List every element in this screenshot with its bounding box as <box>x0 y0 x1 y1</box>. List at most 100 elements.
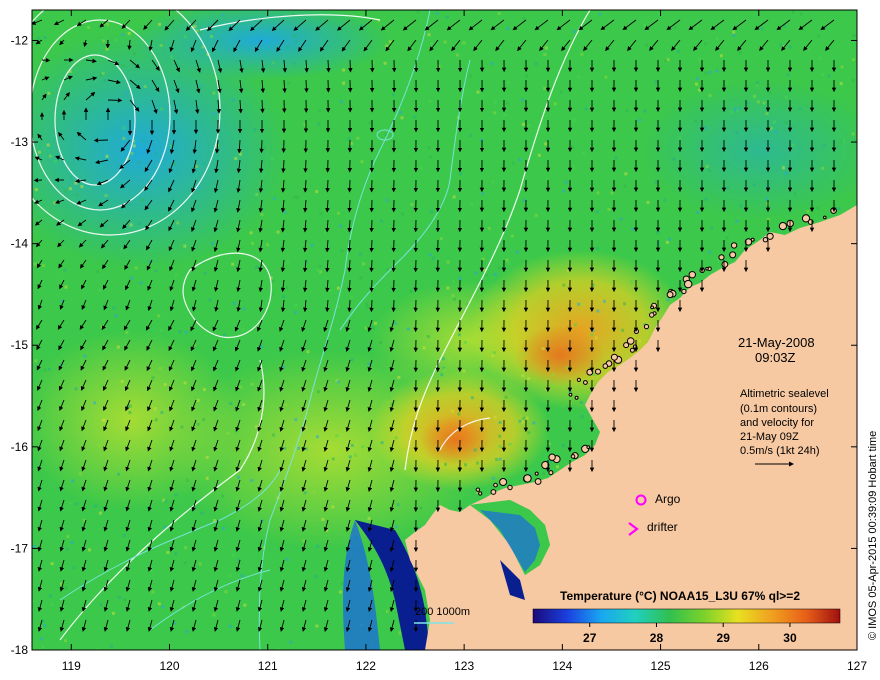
data-speckle <box>818 56 822 60</box>
data-speckle <box>703 126 707 130</box>
data-speckle <box>310 243 314 247</box>
data-speckle <box>708 250 712 254</box>
data-speckle <box>542 471 546 475</box>
data-speckle <box>314 574 318 578</box>
data-speckle <box>521 122 525 126</box>
data-speckle <box>193 24 197 28</box>
data-speckle <box>293 311 297 315</box>
data-speckle <box>331 505 335 509</box>
data-speckle <box>715 69 719 73</box>
colorbar-tick-label: 30 <box>783 631 797 645</box>
data-speckle <box>565 365 569 369</box>
data-speckle <box>504 395 508 399</box>
data-speckle <box>594 336 598 340</box>
sea-surface-temperature-field <box>32 10 857 650</box>
data-speckle <box>323 471 326 474</box>
data-speckle <box>428 99 432 103</box>
data-speckle <box>154 269 158 273</box>
data-speckle <box>71 479 75 483</box>
island <box>602 363 609 369</box>
data-speckle <box>47 91 51 95</box>
data-speckle <box>799 12 803 16</box>
data-speckle <box>101 71 105 75</box>
data-speckle <box>272 61 276 64</box>
data-speckle <box>527 431 531 435</box>
velocity-arrow <box>260 99 265 114</box>
data-speckle <box>719 54 723 58</box>
data-speckle <box>130 151 134 155</box>
data-speckle <box>580 302 584 306</box>
island <box>721 261 729 268</box>
data-speckle <box>385 609 389 613</box>
data-speckle <box>157 314 161 318</box>
data-speckle <box>400 116 404 120</box>
data-speckle <box>525 416 529 420</box>
data-speckle <box>695 82 698 86</box>
data-speckle <box>447 357 451 361</box>
data-speckle <box>505 258 509 262</box>
island <box>595 368 601 375</box>
data-speckle <box>139 281 143 285</box>
data-speckle <box>840 65 844 69</box>
data-speckle <box>75 193 79 197</box>
data-speckle <box>735 219 739 223</box>
data-speckle <box>212 613 216 617</box>
data-speckle <box>232 553 236 557</box>
velocity-arrow <box>391 259 396 273</box>
data-speckle <box>435 11 439 15</box>
data-speckle <box>624 172 628 176</box>
data-speckle <box>251 241 255 245</box>
drifter-label: drifter <box>647 520 678 534</box>
data-speckle <box>336 286 340 290</box>
data-speckle <box>631 227 635 231</box>
data-speckle <box>294 418 298 422</box>
data-speckle <box>595 210 599 214</box>
data-speckle <box>216 363 220 367</box>
velocity-arrow <box>303 159 308 173</box>
data-speckle <box>93 144 97 148</box>
data-speckle <box>462 369 466 373</box>
colorbar-tick-label: 28 <box>650 631 664 645</box>
data-speckle <box>401 212 404 216</box>
data-speckle <box>596 246 599 250</box>
data-speckle <box>287 81 290 85</box>
lat-tick-label: -18 <box>11 643 29 657</box>
data-speckle <box>127 32 131 35</box>
argo-label: Argo <box>655 492 681 506</box>
data-speckle <box>817 34 820 38</box>
altimetry-line-2: (0.1m contours) <box>740 403 817 415</box>
altimetry-line-1: Altimetric sealevel <box>740 388 829 400</box>
data-speckle <box>87 26 91 29</box>
data-speckle <box>852 34 856 37</box>
data-speckle <box>121 33 125 37</box>
data-speckle <box>130 276 134 280</box>
data-speckle <box>128 404 132 408</box>
bathymetry-legend-label: 200 1000m <box>415 606 470 618</box>
data-speckle <box>383 61 387 65</box>
data-speckle <box>321 518 325 521</box>
island <box>534 471 539 476</box>
data-speckle <box>453 297 457 301</box>
data-speckle <box>163 383 167 387</box>
hot-patch-south <box>420 415 490 465</box>
data-speckle <box>328 288 332 292</box>
data-speckle <box>350 295 354 299</box>
data-speckle <box>97 444 101 447</box>
data-speckle <box>129 223 133 227</box>
data-speckle <box>48 367 51 371</box>
data-speckle <box>592 372 596 376</box>
velocity-arrow <box>369 299 374 313</box>
data-speckle <box>541 347 545 351</box>
data-speckle <box>446 260 450 264</box>
data-speckle <box>43 624 47 628</box>
data-speckle <box>443 368 447 372</box>
data-speckle <box>255 193 259 196</box>
data-speckle <box>406 327 410 331</box>
island <box>570 454 576 459</box>
island <box>568 392 573 397</box>
data-speckle <box>752 183 756 187</box>
data-speckle <box>64 639 67 643</box>
lon-tick-label: 125 <box>651 659 671 673</box>
data-speckle <box>643 109 647 113</box>
data-speckle <box>505 101 509 105</box>
